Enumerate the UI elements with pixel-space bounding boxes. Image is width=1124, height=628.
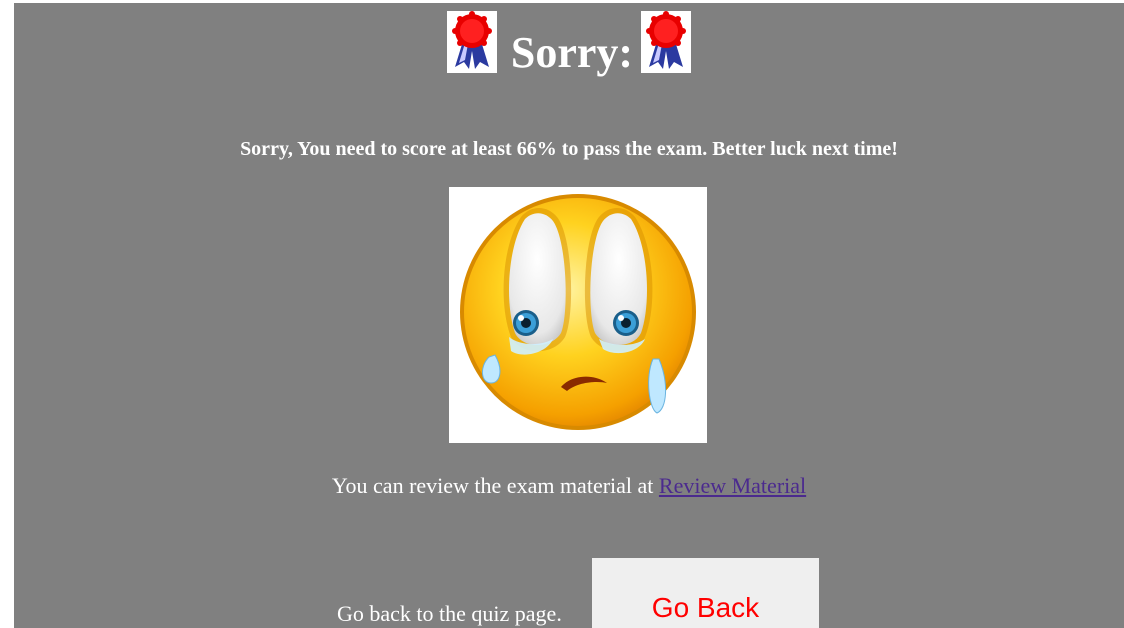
review-text: You can review the exam material at [331, 473, 654, 498]
crying-face-image [449, 187, 707, 443]
page-heading: Sorry: [14, 11, 1124, 81]
review-line: You can review the exam material at Revi… [14, 473, 1124, 499]
back-text: Go back to the quiz page. [337, 601, 562, 626]
review-material-link[interactable]: Review Material [659, 473, 806, 498]
award-ribbon-icon [641, 11, 692, 73]
back-row: Go back to the quiz page. Go Back [14, 558, 1124, 628]
award-ribbon-icon [446, 11, 497, 73]
page-title: Sorry: [510, 28, 634, 77]
fail-message: Sorry, You need to score at least 66% to… [240, 138, 898, 160]
go-back-button[interactable]: Go Back [592, 558, 819, 628]
result-page: Sorry: Sorry, You need to score at least… [14, 3, 1124, 628]
